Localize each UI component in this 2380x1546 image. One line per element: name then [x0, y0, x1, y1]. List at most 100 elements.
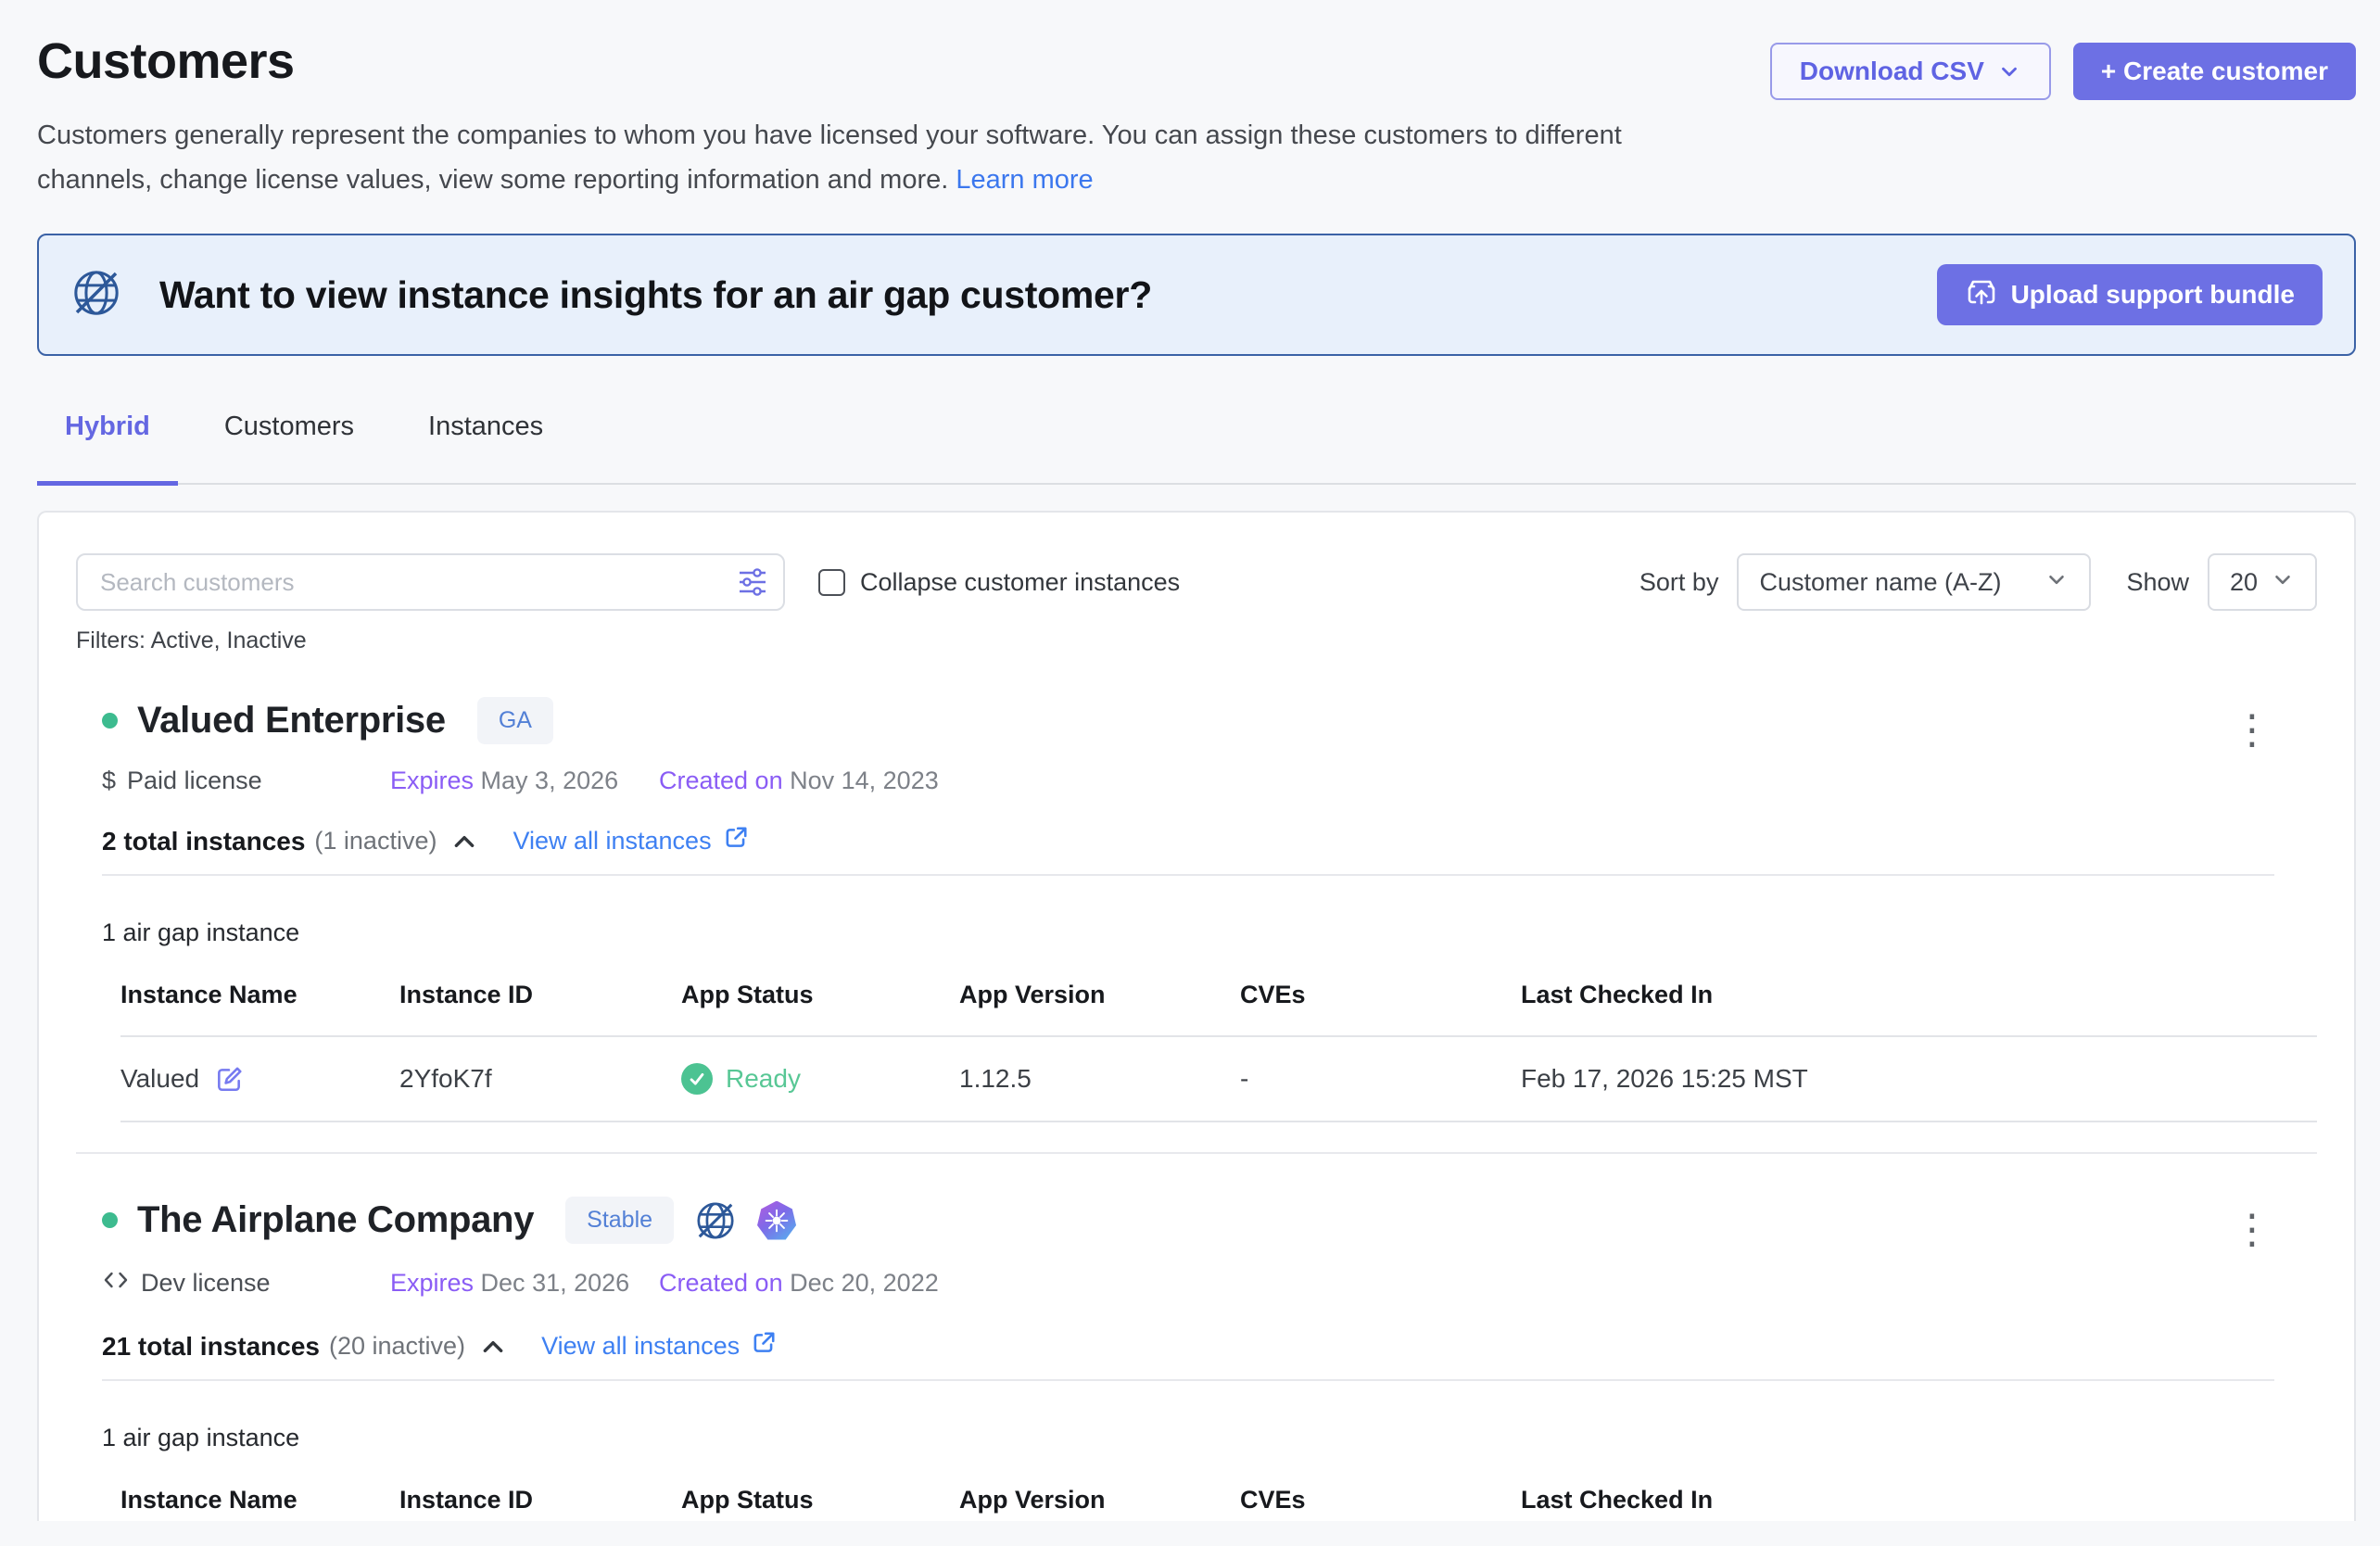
filter-sliders-icon[interactable]	[737, 566, 768, 602]
collapse-instances-checkbox-group[interactable]: Collapse customer instances	[818, 568, 1180, 597]
view-all-instances-link[interactable]: View all instances	[513, 825, 748, 857]
view-all-instances-label: View all instances	[541, 1332, 740, 1361]
col-app-status: App Status	[681, 981, 959, 1009]
customer-header: Valued Enterprise GA	[102, 697, 2317, 744]
customer-section-divider	[76, 1152, 2317, 1154]
airgap-instances-heading: 1 air gap instance	[102, 1424, 2317, 1452]
col-cves: CVEs	[1240, 981, 1521, 1009]
page-title: Customers	[37, 33, 1701, 89]
instance-name: Valued	[120, 1064, 199, 1094]
inactive-count: (1 inactive)	[314, 827, 437, 855]
collapse-instances-label: Collapse customer instances	[860, 568, 1180, 597]
view-all-instances-link[interactable]: View all instances	[541, 1330, 777, 1362]
app-status: Ready	[726, 1064, 801, 1094]
kebab-menu-icon[interactable]: ⋮	[2232, 710, 2272, 751]
last-checked-in: Feb 17, 2026 15:25 MST	[1521, 1064, 2317, 1094]
download-csv-label: Download CSV	[1800, 57, 1984, 86]
chevron-down-icon	[1997, 59, 2021, 83]
customer-meta-row: Dev license Expires Dec 31, 2026 Created…	[102, 1266, 2317, 1300]
learn-more-link[interactable]: Learn more	[956, 165, 1093, 195]
created-group: Created on Nov 14, 2023	[659, 767, 939, 795]
channel-badge: GA	[477, 697, 553, 744]
page-description-text: Customers generally represent the compan…	[37, 120, 1622, 195]
expires-group: Expires May 3, 2026	[390, 767, 659, 795]
tab-bar: Hybrid Customers Instances	[37, 412, 2356, 485]
app-status-cell: Ready	[681, 1063, 959, 1095]
toolbar: Collapse customer instances Sort by Cust…	[76, 553, 2317, 611]
expires-date: May 3, 2026	[481, 767, 619, 794]
collapse-instances-checkbox[interactable]	[818, 569, 845, 596]
instance-name-cell: Valued	[120, 1064, 399, 1094]
created-label: Created on	[659, 767, 783, 794]
show-select-value: 20	[2230, 568, 2258, 597]
download-csv-button[interactable]: Download CSV	[1770, 43, 2051, 100]
external-link-icon	[751, 1330, 777, 1362]
expires-group: Expires Dec 31, 2026	[390, 1269, 659, 1298]
page-description: Customers generally represent the compan…	[37, 113, 1701, 202]
col-instance-name: Instance Name	[120, 1486, 399, 1514]
created-label: Created on	[659, 1269, 783, 1297]
col-app-status: App Status	[681, 1486, 959, 1514]
instance-id: 2YfoK7f	[399, 1064, 681, 1094]
filters-note: Filters: Active, Inactive	[76, 627, 2317, 654]
tab-instances[interactable]: Instances	[400, 412, 571, 486]
view-all-instances-label: View all instances	[513, 827, 711, 855]
upload-icon	[1965, 275, 1998, 315]
airgap-instances-table: Instance Name Instance ID App Status App…	[120, 981, 2317, 1122]
airgap-instances-heading: 1 air gap instance	[102, 919, 2317, 947]
col-instance-id: Instance ID	[399, 1486, 681, 1514]
airgap-banner: Want to view instance insights for an ai…	[37, 234, 2356, 356]
col-cves: CVEs	[1240, 1486, 1521, 1514]
show-label: Show	[2126, 568, 2189, 597]
created-group: Created on Dec 20, 2022	[659, 1269, 939, 1298]
edit-icon[interactable]	[214, 1064, 244, 1094]
page-header: Customers Customers generally represent …	[37, 33, 2356, 202]
chevron-down-icon	[2271, 567, 2295, 598]
header-actions: Download CSV + Create customer	[1770, 43, 2356, 100]
expires-label: Expires	[390, 1269, 474, 1297]
show-select[interactable]: 20	[2208, 553, 2317, 611]
code-icon	[102, 1266, 130, 1300]
customer-meta-row: $ Paid license Expires May 3, 2026 Creat…	[102, 767, 2317, 795]
search-input[interactable]	[76, 553, 785, 611]
chevron-up-icon[interactable]	[451, 829, 477, 855]
airgap-instances-table: Instance Name Instance ID App Status App…	[120, 1486, 2317, 1521]
chevron-down-icon	[2045, 567, 2069, 598]
sort-select[interactable]: Customer name (A-Z)	[1737, 553, 2091, 611]
license-type-label: Dev license	[141, 1269, 271, 1298]
search-wrap	[76, 553, 785, 611]
customer-valued-enterprise: ⋮ Valued Enterprise GA $ Paid license Ex…	[76, 697, 2317, 1122]
check-circle-icon	[681, 1063, 713, 1095]
upload-support-bundle-button[interactable]: Upload support bundle	[1937, 264, 2323, 325]
created-date: Nov 14, 2023	[790, 767, 939, 794]
customer-name[interactable]: The Airplane Company	[137, 1199, 534, 1241]
active-status-dot	[102, 713, 118, 729]
kubernetes-icon	[757, 1201, 796, 1240]
inactive-count: (20 inactive)	[329, 1332, 465, 1361]
col-app-version: App Version	[959, 1486, 1240, 1514]
cves: -	[1240, 1064, 1521, 1094]
airgap-globe-icon	[694, 1199, 737, 1242]
col-instance-id: Instance ID	[399, 981, 681, 1009]
chevron-up-icon[interactable]	[480, 1334, 506, 1360]
total-instances: 2 total instances	[102, 827, 305, 856]
sort-select-value: Customer name (A-Z)	[1759, 568, 2001, 597]
channel-badge: Stable	[565, 1197, 674, 1244]
customer-name[interactable]: Valued Enterprise	[137, 700, 446, 741]
table-row: Valued 2YfoK7f Ready	[120, 1037, 2317, 1122]
create-customer-button[interactable]: + Create customer	[2073, 43, 2356, 100]
page-header-text: Customers Customers generally represent …	[37, 33, 1701, 202]
divider	[102, 874, 2274, 876]
customer-the-airplane-company: ⋮ The Airplane Company Stable	[76, 1197, 2317, 1521]
sort-by-label: Sort by	[1639, 568, 1719, 597]
tab-hybrid[interactable]: Hybrid	[37, 412, 178, 486]
kebab-menu-icon[interactable]: ⋮	[2232, 1210, 2272, 1250]
col-instance-name: Instance Name	[120, 981, 399, 1009]
customers-card: Collapse customer instances Sort by Cust…	[37, 511, 2356, 1521]
instances-summary-row: 21 total instances (20 inactive) View al…	[102, 1330, 2317, 1362]
col-last-checked-in: Last Checked In	[1521, 1486, 2317, 1514]
table-header-row: Instance Name Instance ID App Status App…	[120, 981, 2317, 1037]
instances-summary-row: 2 total instances (1 inactive) View all …	[102, 825, 2317, 857]
license-type-label: Paid license	[127, 767, 262, 795]
tab-customers[interactable]: Customers	[196, 412, 382, 486]
